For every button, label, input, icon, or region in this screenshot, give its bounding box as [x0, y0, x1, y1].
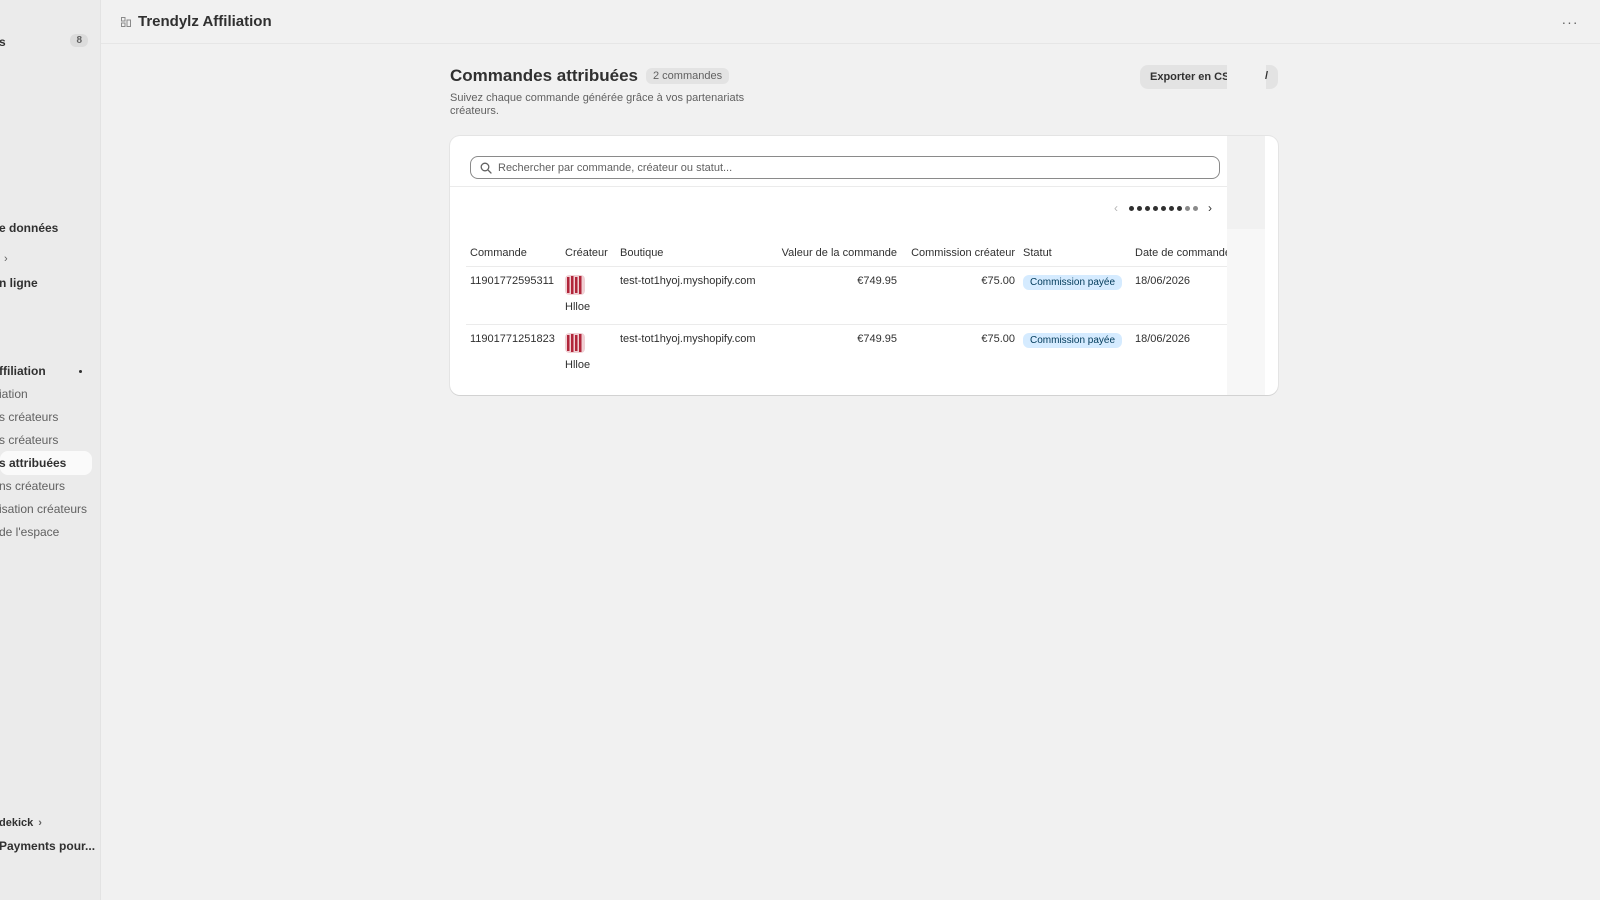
next-page-button[interactable]: ›	[1203, 201, 1217, 215]
sidebar-item-label: dekick	[0, 817, 34, 829]
sidebar-item-label: iation	[0, 387, 28, 401]
creator-commission: €75.00	[901, 265, 1019, 324]
status-badge: Commission payée	[1023, 274, 1123, 290]
page-dot[interactable]	[1128, 205, 1134, 211]
sidebar-item-expand[interactable]: ›	[0, 247, 92, 271]
sidebar-item-label: s créateurs	[0, 410, 59, 424]
orders-card: ‹ › Commande Créateur Boutique Valeur de…	[450, 136, 1278, 395]
order-value: €749.95	[771, 323, 901, 382]
occlusion-overlay	[1227, 229, 1265, 395]
sidebar-item-label: isation créateurs	[0, 502, 88, 516]
column-header[interactable]: Valeur de la commande	[771, 240, 901, 266]
search-icon	[480, 162, 492, 174]
sidebar-item-creators-2[interactable]: s créateurs	[0, 428, 92, 452]
sidebar-item-sidekick[interactable]: dekick ›	[0, 811, 92, 835]
status-badge: Commission payée	[1023, 332, 1123, 348]
sidebar-item-label: n ligne	[0, 276, 38, 290]
column-header[interactable]: Date de commande	[1131, 240, 1241, 266]
column-header[interactable]: Statut	[1019, 240, 1131, 266]
order-number: 11901772595311	[466, 265, 561, 324]
orders-table: Commande Créateur Boutique Valeur de la …	[466, 240, 1241, 382]
creator-cell: Hlloe	[561, 265, 616, 324]
order-date: 18/06/2026	[1131, 265, 1241, 324]
column-header[interactable]: Créateur	[561, 240, 616, 266]
table-row[interactable]: 11901772595311 Hlloe test-tot1hyoj.mysho…	[466, 265, 1241, 324]
pagination: ‹ ›	[1109, 200, 1217, 216]
divider	[450, 186, 1227, 187]
sidebar-item-label: Payments pour...	[0, 839, 96, 853]
sidebar-item-creator-campaigns[interactable]: ns créateurs	[0, 474, 92, 498]
shop-name: test-tot1hyoj.myshopify.com	[616, 323, 771, 382]
top-bar: Trendylz Affiliation ···	[101, 0, 1600, 44]
creator-name: Hlloe	[565, 300, 591, 313]
sidebar-item-label: de l'espace	[0, 525, 60, 539]
creator-avatar	[565, 332, 585, 353]
page-dots	[1127, 205, 1199, 211]
export-button-tail: /	[1264, 70, 1268, 82]
table-header-row: Commande Créateur Boutique Valeur de la …	[466, 240, 1241, 266]
creator-commission: €75.00	[901, 323, 1019, 382]
occlusion-overlay	[1227, 65, 1266, 89]
page-dot[interactable]	[1168, 205, 1174, 211]
sidebar-item-label: s	[0, 35, 6, 49]
more-options-icon[interactable]: ···	[1562, 14, 1578, 30]
sidebar-item-affiliation[interactable]: iation	[0, 382, 92, 406]
search-bar[interactable]	[470, 156, 1220, 179]
search-input[interactable]	[498, 161, 1219, 174]
table-row[interactable]: 11901771251823 Hlloe test-tot1hyoj.mysho…	[466, 323, 1241, 382]
creator-name: Hlloe	[565, 358, 591, 371]
sidebar-item-creator-settings[interactable]: isation créateurs	[0, 497, 92, 521]
order-value: €749.95	[771, 265, 901, 324]
shop-name: test-tot1hyoj.myshopify.com	[616, 265, 771, 324]
sidebar-item-label: ns créateurs	[0, 479, 66, 493]
page-dot[interactable]	[1144, 205, 1150, 211]
order-count-badge: 2 commandes	[646, 68, 730, 84]
column-header[interactable]: Commission créateur	[901, 240, 1019, 266]
sidebar-item-label: ffiliation	[0, 364, 46, 378]
export-csv-button[interactable]: Exporter en CSV /	[1140, 65, 1278, 89]
sidebar-item-label: s attribuées	[0, 456, 67, 470]
sidebar-item-label: e données	[0, 221, 59, 235]
sidebar: s 8 e données › n ligne ffiliation iatio…	[0, 0, 101, 900]
page-subtitle: Suivez chaque commande générée grâce à v…	[450, 92, 745, 117]
sidebar-item-online[interactable]: n ligne	[0, 271, 92, 295]
page-dot[interactable]	[1176, 205, 1182, 211]
export-csv-label: Exporter en CSV	[1150, 71, 1237, 83]
creator-avatar	[565, 274, 585, 295]
page-dot[interactable]	[1192, 205, 1198, 211]
sidebar-item-orders[interactable]: s 8	[0, 30, 92, 54]
sidebar-item-creators[interactable]: s créateurs	[0, 405, 92, 429]
sidebar-item-payments[interactable]: Payments pour...	[0, 834, 96, 858]
sidebar-item-label: s créateurs	[0, 433, 59, 447]
occlusion-overlay	[1227, 136, 1265, 229]
page-dot[interactable]	[1152, 205, 1158, 211]
status-cell: Commission payée	[1019, 323, 1131, 382]
sidebar-item-data[interactable]: e données	[0, 216, 92, 240]
page-header: Commandes attribuées 2 commandes Suivez …	[450, 65, 1278, 118]
chevron-right-icon: ›	[38, 817, 42, 829]
page-dot[interactable]	[1184, 205, 1190, 211]
page-dot[interactable]	[1136, 205, 1142, 211]
column-header[interactable]: Boutique	[616, 240, 771, 266]
chevron-right-icon: ›	[4, 253, 8, 265]
pin-dot-icon	[79, 370, 82, 373]
column-header[interactable]: Commande	[466, 240, 561, 266]
app-title: Trendylz Affiliation	[138, 13, 272, 30]
creator-cell: Hlloe	[561, 323, 616, 382]
sidebar-item-badge: 8	[70, 34, 88, 47]
order-date: 18/06/2026	[1131, 323, 1241, 382]
status-cell: Commission payée	[1019, 265, 1131, 324]
order-number: 11901771251823	[466, 323, 561, 382]
sidebar-item-affiliation-app[interactable]: ffiliation	[0, 359, 92, 383]
app-grid-icon	[121, 16, 131, 27]
sidebar-item-attributed-orders[interactable]: s attribuées	[0, 451, 92, 475]
page-dot[interactable]	[1160, 205, 1166, 211]
page-title: Commandes attribuées	[450, 66, 638, 85]
previous-page-button[interactable]: ‹	[1109, 201, 1123, 215]
sidebar-item-space[interactable]: de l'espace	[0, 520, 92, 544]
